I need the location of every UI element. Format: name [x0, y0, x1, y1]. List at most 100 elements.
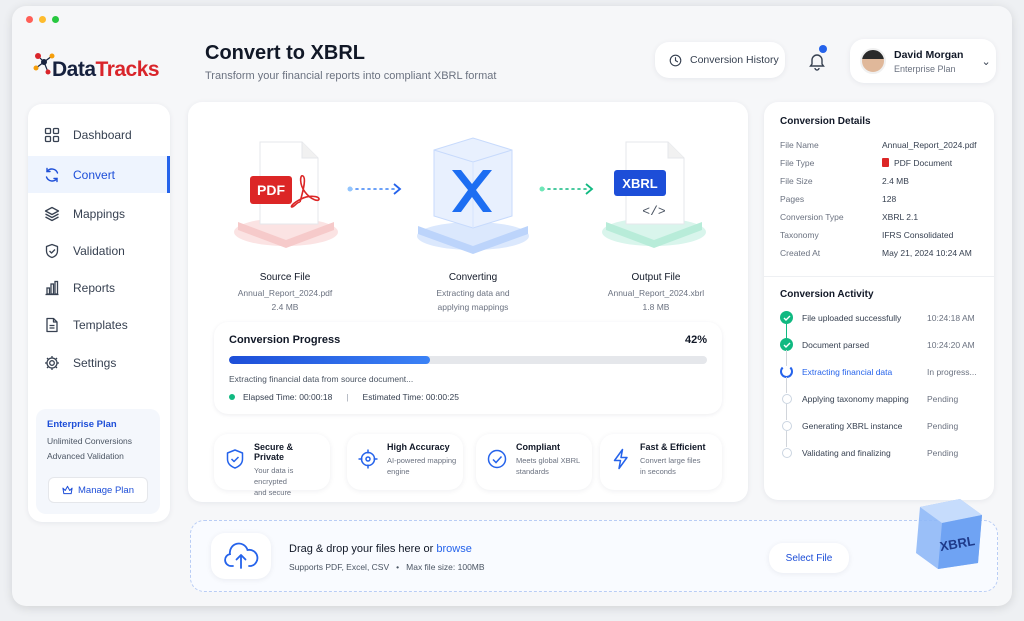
select-file-button[interactable]: Select File [769, 543, 849, 573]
activity-title: Conversion Activity [780, 289, 874, 300]
drop-title: Drag & drop your files here or browse [289, 543, 472, 555]
feature-desc: and secure [254, 488, 292, 497]
notification-badge [819, 45, 827, 53]
progress-fill [229, 356, 430, 364]
activity-name: Applying taxonomy mapping [802, 393, 909, 404]
xbrl-cube-decoration: XBRL [916, 499, 982, 569]
close-dot[interactable] [26, 16, 33, 23]
upload-icon-box [211, 533, 271, 579]
feature-accuracy: High Accuracy AI-powered mapping engine [347, 434, 463, 490]
app-window: DataTracks Convert to XBRL Transform you… [12, 6, 1012, 606]
activity-item: Validating and finalizing Pending [780, 439, 978, 466]
activity-name: Extracting financial data [802, 366, 893, 377]
feature-title: Compliant [516, 442, 560, 452]
detail-key: File Type [780, 158, 815, 168]
conversion-history-button[interactable]: Conversion History [655, 42, 785, 78]
feature-desc: Your data is encrypted [254, 466, 294, 486]
feature-desc: Meets global XBRL [516, 456, 581, 465]
detail-value: 128 [882, 194, 897, 204]
shield-check-icon [226, 449, 244, 469]
sidebar-item-templates[interactable]: Templates [28, 306, 170, 343]
avatar [860, 48, 886, 74]
feature-desc: engine [387, 467, 410, 476]
sidebar-item-mappings[interactable]: Mappings [28, 195, 170, 232]
output-file-info: Output File Annual_Report_2024.xbrl 1.8 … [596, 272, 716, 314]
manage-plan-button[interactable]: Manage Plan [48, 477, 148, 503]
sidebar: Dashboard Convert Mappings Validation Re… [28, 104, 170, 522]
pending-circle-icon [781, 420, 792, 431]
user-plan: Enterprise Plan [894, 63, 956, 74]
file-drop-zone[interactable]: Drag & drop your files here or browse Su… [190, 520, 998, 592]
plan-title: Enterprise Plan [47, 419, 117, 430]
layers-icon [44, 206, 60, 221]
output-file-size: 1.8 MB [642, 302, 670, 312]
detail-row: Pages 128 [780, 190, 978, 208]
window-controls [26, 16, 59, 23]
sidebar-item-convert[interactable]: Convert [28, 156, 170, 193]
detail-key: Pages [780, 194, 805, 204]
source-file-info: Source File Annual_Report_2024.pdf 2.4 M… [225, 272, 345, 314]
user-menu[interactable]: David Morgan Enterprise Plan ⌄ [850, 39, 996, 83]
sidebar-item-label: Templates [73, 317, 128, 332]
crown-icon [62, 485, 73, 495]
conversion-history-label: Conversion History [690, 54, 779, 66]
arrow-right-icon [347, 183, 402, 195]
svg-text:</>: </> [642, 204, 666, 219]
browse-link[interactable]: browse [436, 543, 471, 555]
feature-desc: Convert large files [640, 456, 701, 465]
minimize-dot[interactable] [39, 16, 46, 23]
page-title: Convert to XBRL [205, 42, 365, 64]
bell-icon[interactable] [807, 52, 827, 72]
detail-value: XBRL 2.1 [882, 212, 919, 222]
chevron-down-icon[interactable]: ⌄ [981, 55, 990, 68]
converting-line: Extracting data and [436, 288, 510, 298]
sidebar-item-reports[interactable]: Reports [28, 269, 170, 306]
manage-plan-label: Manage Plan [78, 484, 134, 496]
sidebar-item-dashboard[interactable]: Dashboard [28, 116, 170, 153]
clock-icon [669, 54, 682, 66]
detail-key: Created At [780, 248, 821, 258]
sidebar-item-label: Reports [73, 280, 116, 295]
activity-item: Generating XBRL instance Pending [780, 412, 978, 447]
detail-value: PDF Document [894, 158, 953, 168]
feature-fast: Fast & Efficient Convert large files in … [600, 434, 722, 490]
activity-item: Document parsed 10:24:20 AM [780, 331, 978, 366]
feature-title: High Accuracy [387, 442, 450, 452]
progress-percent: 42% [684, 334, 707, 346]
detail-row: Conversion Type XBRL 2.1 [780, 208, 978, 226]
xbrl-file-icon: XBRL </> [602, 141, 706, 248]
feature-desc: standards [516, 467, 549, 476]
detail-key: File Size [780, 176, 813, 186]
progress-status: Extracting financial data from source do… [229, 374, 414, 384]
sidebar-item-label: Validation [73, 243, 125, 258]
time-separator: | [346, 392, 349, 402]
arrow-right-icon [539, 183, 594, 195]
user-name: David Morgan [894, 48, 964, 61]
detail-value: May 21, 2024 10:24 AM [882, 248, 972, 258]
detail-key: Conversion Type [780, 212, 844, 222]
activity-time: Pending [927, 420, 959, 431]
sidebar-item-settings[interactable]: Settings [28, 344, 170, 381]
bar-chart-icon [45, 280, 59, 295]
target-icon [358, 449, 378, 469]
activity-item: File uploaded successfully 10:24:18 AM [780, 304, 978, 339]
grid-icon [44, 127, 60, 142]
maximize-dot[interactable] [52, 16, 59, 23]
detail-row: File Name Annual_Report_2024.pdf [780, 136, 978, 154]
sidebar-item-validation[interactable]: Validation [28, 232, 170, 269]
feature-desc: in seconds [640, 467, 676, 476]
activity-item: Applying taxonomy mapping Pending [780, 385, 978, 420]
activity-name: Document parsed [802, 339, 870, 350]
sidebar-item-label: Mappings [73, 206, 126, 221]
logo-part-tracks: Tracks [95, 58, 160, 81]
datatracks-logo[interactable]: DataTracks [30, 44, 180, 94]
page-subtitle: Transform your financial reports into co… [205, 70, 497, 82]
sidebar-item-label: Settings [73, 355, 117, 370]
detail-row: File Size 2.4 MB [780, 172, 978, 190]
activity-time: 10:24:20 AM [927, 339, 975, 350]
source-file-title: Source File [259, 272, 311, 283]
detail-row: Created At May 21, 2024 10:24 AM [780, 244, 978, 262]
bullet-separator: • [396, 562, 400, 572]
activity-time: Pending [927, 393, 959, 404]
activity-name: Validating and finalizing [802, 447, 891, 458]
